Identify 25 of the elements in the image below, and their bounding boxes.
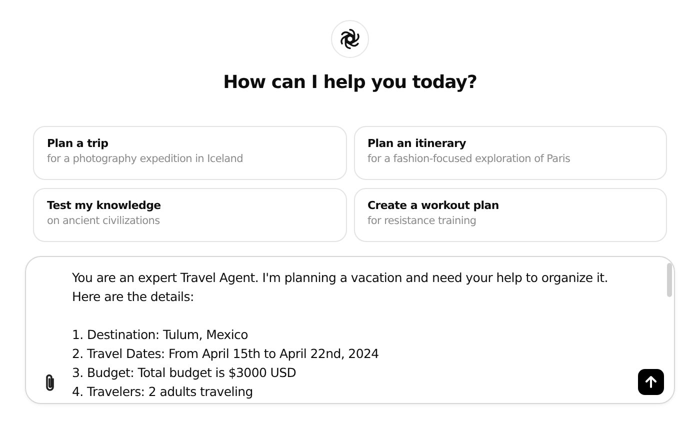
suggestion-card[interactable]: Test my knowledge on ancient civilizations	[33, 188, 346, 242]
logo-icon	[331, 20, 369, 58]
suggestion-subtitle: for a photography expedition in Iceland	[47, 153, 244, 165]
message-line: 1. Destination: Tulum, Mexico	[72, 326, 248, 344]
suggestion-card[interactable]: Plan an itinerary for a fashion-focused exploration of Paris	[354, 126, 667, 180]
scrollbar[interactable]	[667, 263, 672, 297]
message-line: 3. Budget: Total budget is $3000 USD	[72, 364, 296, 382]
paperclip-icon[interactable]	[43, 373, 57, 393]
suggestion-title: Plan a trip	[47, 137, 110, 150]
message-line: Here are the details:	[72, 288, 194, 306]
heading: How can I help you today?	[223, 72, 477, 93]
suggestion-title: Plan an itinerary	[368, 137, 467, 150]
message-line: 4. Travelers: 2 adults traveling	[72, 383, 253, 401]
message-line: 2. Travel Dates: From April 15th to April 22nd, 2024	[72, 345, 379, 363]
suggestion-subtitle: for a fashion-focused exploration of Paris	[368, 153, 572, 165]
suggestion-card[interactable]: Plan a trip for a photography expedition in Iceland	[33, 126, 346, 180]
suggestion-title: Create a workout plan	[368, 199, 500, 212]
arrow-up-icon	[644, 375, 658, 389]
message-line: You are an expert Travel Agent. I'm planning a vacation and need your help to organize it.	[72, 269, 608, 287]
message-input[interactable]	[25, 256, 675, 404]
suggestion-card[interactable]: Create a workout plan for resistance training	[354, 188, 667, 242]
suggestion-title: Test my knowledge	[47, 199, 162, 212]
suggestion-subtitle: on ancient civilizations	[47, 215, 161, 227]
suggestion-subtitle: for resistance training	[368, 215, 478, 227]
send-button[interactable]	[638, 369, 664, 395]
